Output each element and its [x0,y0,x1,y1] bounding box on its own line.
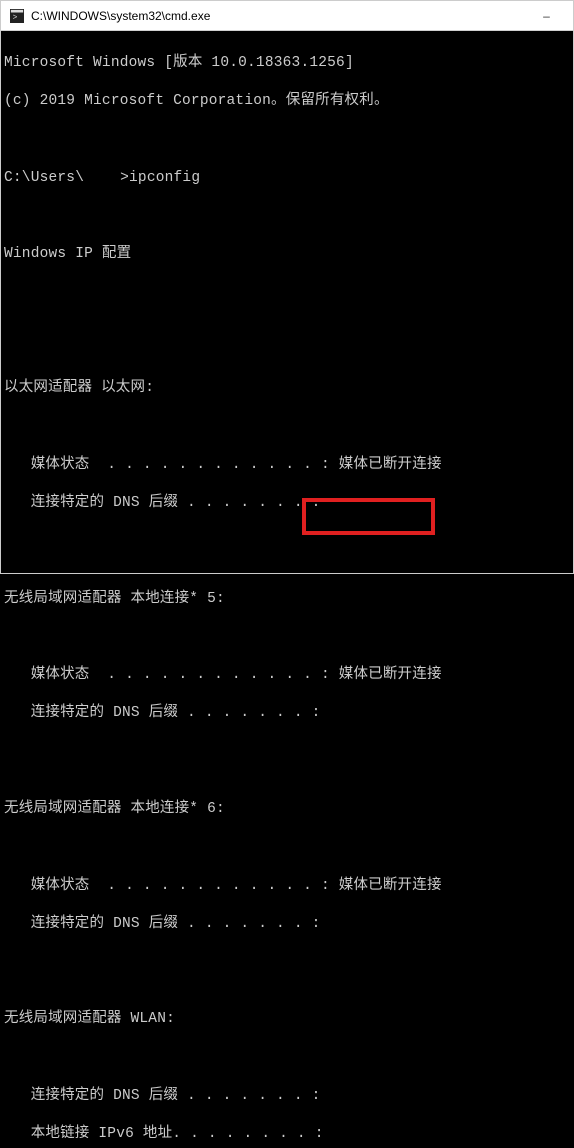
adapter-row: 连接特定的 DNS 后缀 . . . . . . . : [4,704,570,723]
prompt-line: C:\Users\>ipconfig [4,169,570,188]
adapter-row: 媒体状态 . . . . . . . . . . . . : 媒体已断开连接 [4,456,570,475]
cmd-icon: > [9,8,25,24]
window-titlebar[interactable]: > C:\WINDOWS\system32\cmd.exe – [1,1,573,31]
adapter-title: 无线局域网适配器 本地连接* 5: [4,590,570,609]
adapter-row: 连接特定的 DNS 后缀 . . . . . . . : [4,494,570,513]
adapter-title: 无线局域网适配器 WLAN: [4,1010,570,1029]
minimize-button[interactable]: – [524,1,569,30]
adapter-title: 无线局域网适配器 本地连接* 6: [4,800,570,819]
banner-line: (c) 2019 Microsoft Corporation。保留所有权利。 [4,92,570,111]
redacted-ipv6 [441,1128,531,1142]
redacted-ipv6 [361,1128,421,1142]
terminal-output[interactable]: Microsoft Windows [版本 10.0.18363.1256] (… [1,31,573,573]
adapter-row: 媒体状态 . . . . . . . . . . . . : 媒体已断开连接 [4,666,570,685]
adapter-row: 媒体状态 . . . . . . . . . . . . : 媒体已断开连接 [4,877,570,896]
adapter-row: 连接特定的 DNS 后缀 . . . . . . . : [4,915,570,934]
ipconfig-header: Windows IP 配置 [4,245,570,264]
adapter-row: 本地链接 IPv6 地址. . . . . . . . : [4,1125,570,1144]
window-title: C:\WINDOWS\system32\cmd.exe [31,9,524,23]
svg-text:>: > [13,13,18,22]
redacted-username [84,172,120,186]
adapter-row: 连接特定的 DNS 后缀 . . . . . . . : [4,1087,570,1106]
banner-line: Microsoft Windows [版本 10.0.18363.1256] [4,54,570,73]
adapter-title: 以太网适配器 以太网: [4,379,570,398]
